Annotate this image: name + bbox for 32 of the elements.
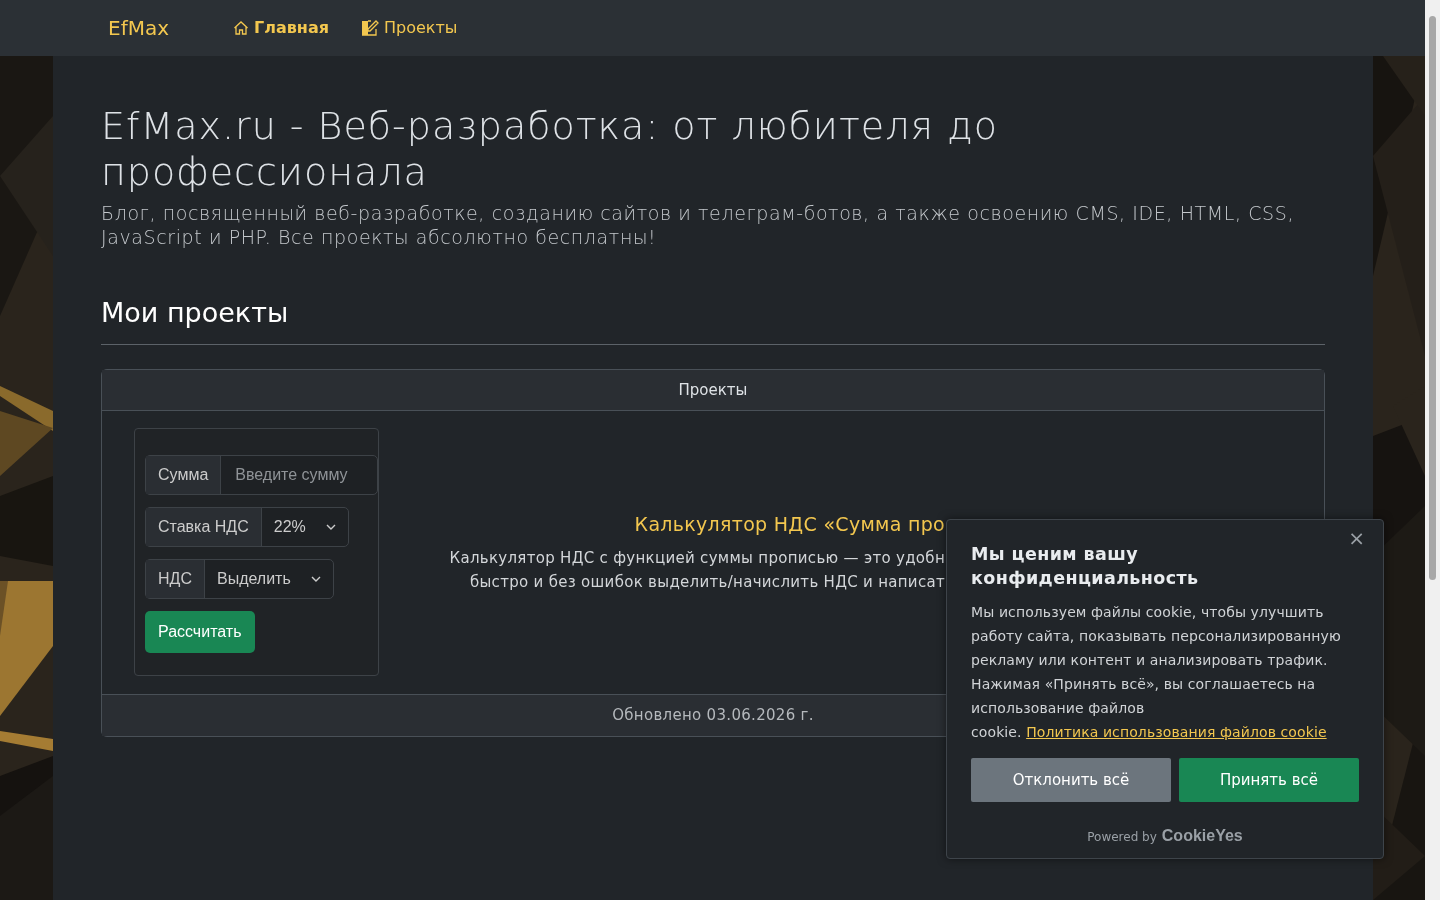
page-title: EfMax.ru - Веб-разработка: от любителя до профессионала <box>101 104 999 196</box>
banner-title: Мы ценим вашу конфиденциальность <box>971 543 1200 590</box>
pencil-square-icon <box>361 19 379 37</box>
brand-logo: CookieYes <box>1161 826 1243 846</box>
project-title[interactable]: Калькулятор НДС «Сумма про <box>379 509 945 539</box>
field-label: НДС <box>146 560 205 599</box>
input-field[interactable]: Введите сумму <box>233 462 366 489</box>
home-icon <box>233 20 250 36</box>
accept-button[interactable]: Принять всё <box>1179 758 1359 802</box>
site-logo[interactable]: EfMax <box>108 13 170 43</box>
scrollbar-thumb[interactable] <box>1429 16 1436 580</box>
chevron-down-icon <box>325 523 336 531</box>
nav-link[interactable]: Проекты <box>361 16 458 40</box>
nav-link[interactable]: Главная <box>233 16 329 40</box>
select-value: Выделить <box>216 569 291 590</box>
scrollbar[interactable] <box>1425 0 1440 900</box>
select-field[interactable]: НДС Выделить <box>145 559 334 600</box>
input-group[interactable]: Сумма Введите сумму <box>145 455 379 496</box>
close-button[interactable]: × <box>1344 526 1369 550</box>
section-title: Мои проекты <box>101 297 290 330</box>
field-label: Сумма <box>146 456 222 495</box>
field-label: Ставка НДС <box>146 508 262 547</box>
powered-by-text: Powered by <box>1087 829 1157 846</box>
select-field[interactable]: Ставка НДС 22% <box>145 507 349 548</box>
card-header: Проекты <box>102 369 1324 412</box>
project-description: Калькулятор НДС с функцией суммы прописью — это удобн <box>448 548 945 570</box>
page-subtitle: Блог, посвященный веб-разработке, созданию сайтов и телеграм-ботов, а также освоению CMS, IDE, HTML, CSS, JavaScript и PHP. Все проекты абсолютно бесплатны! <box>101 201 1296 250</box>
select-value: 22% <box>273 517 306 538</box>
reject-button[interactable]: Отклонить всё <box>971 758 1171 802</box>
project-description: быстро и без ошибок выделить/начислить НДС и написат <box>468 572 945 594</box>
calculate-button[interactable]: Рассчитать <box>145 611 255 654</box>
chevron-down-icon <box>310 575 321 583</box>
